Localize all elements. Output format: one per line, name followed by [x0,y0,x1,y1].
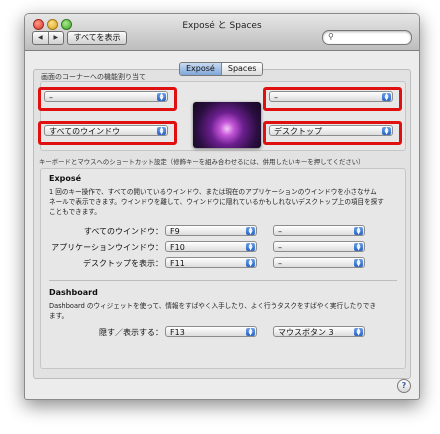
corner-top-left-value: – [49,93,53,102]
all-windows-label: すべてのウインドウ： [83,227,163,236]
title-bar: Exposé と Spaces ◀ ▶ すべてを表示 ⚲ [25,14,419,51]
popup-arrows-icon: ▲ ▼ [354,227,363,236]
popup-arrows-icon: ▲ ▼ [157,127,166,136]
magnifier-icon: ⚲ [328,32,334,41]
corner-bottom-left-value: すべてのウインドウ [49,127,121,136]
show-desktop-key-value: F11 [170,259,185,268]
popup-arrows-icon: ▲ ▼ [382,93,391,102]
popup-arrows-icon: ▲ ▼ [246,259,255,268]
popup-arrows-icon: ▲ ▼ [246,227,255,236]
dashboard-key-popup[interactable]: F13 ▲ ▼ [165,326,257,337]
app-windows-mouse-value: – [278,243,282,252]
popup-arrows-icon: ▲ ▼ [157,93,166,102]
corner-top-right-popup[interactable]: – ▲ ▼ [269,91,393,102]
corner-bottom-right-value: デスクトップ [274,127,322,136]
expose-description-2: ネールで表示できます。ウインドウを離して、ウインドウに隠れているかもしれないデス… [49,198,384,206]
back-forward-buttons[interactable]: ◀ ▶ [32,31,64,45]
desktop-preview-image [193,102,261,148]
expose-description-1: 1 回のキー操作で、すべての開いているウインドウ、または現在のアプリケーションの… [49,188,377,196]
corner-bottom-left-popup[interactable]: すべてのウインドウ ▲ ▼ [44,125,168,136]
dashboard-heading: Dashboard [49,288,98,297]
show-desktop-key-popup[interactable]: F11 ▲ ▼ [165,257,257,268]
expose-description-3: こともできます。 [49,208,101,216]
app-windows-label: アプリケーションウインドウ： [51,243,163,252]
all-windows-mouse-popup[interactable]: – ▲ ▼ [273,225,365,236]
all-windows-mouse-value: – [278,227,282,236]
search-field[interactable]: ⚲ [322,30,412,45]
app-windows-mouse-popup[interactable]: – ▲ ▼ [273,241,365,252]
popup-arrows-icon: ▲ ▼ [246,243,255,252]
tab-panel: 画面のコーナーへの機能割り当て – ▲ ▼ – ▲ ▼ すべてのウインドウ ▲ ▼ デ… [33,69,411,379]
all-windows-key-popup[interactable]: F9 ▲ ▼ [165,225,257,236]
tab-control: Exposé Spaces [179,62,264,76]
back-icon[interactable]: ◀ [33,32,49,44]
dashboard-mouse-value: マウスボタン 3 [278,328,334,337]
help-button[interactable]: ? [397,379,411,393]
popup-arrows-icon: ▲ ▼ [246,328,255,337]
popup-arrows-icon: ▲ ▼ [354,328,363,337]
dashboard-description-1: Dashboard のウィジェットを使って、情報をすばやく入手したり、よく行うタ… [49,302,377,310]
show-all-button[interactable]: すべてを表示 [67,31,127,45]
section-divider [49,280,397,281]
dashboard-key-value: F13 [170,328,185,337]
tab-expose[interactable]: Exposé [180,63,222,75]
all-windows-key-value: F9 [170,227,180,236]
corner-top-right-value: – [274,93,278,102]
popup-arrows-icon: ▲ ▼ [354,243,363,252]
dashboard-toggle-label: 隠す／表示する： [99,328,163,337]
corner-top-left-popup[interactable]: – ▲ ▼ [44,91,168,102]
show-desktop-label: デスクトップを表示： [83,259,163,268]
forward-icon[interactable]: ▶ [49,32,64,44]
popup-arrows-icon: ▲ ▼ [382,127,391,136]
popup-arrows-icon: ▲ ▼ [354,259,363,268]
search-input[interactable] [337,31,405,42]
app-windows-key-value: F10 [170,243,185,252]
tab-spaces[interactable]: Spaces [221,63,263,75]
corners-box: – ▲ ▼ – ▲ ▼ すべてのウインドウ ▲ ▼ デスクトップ ▲ ▼ [38,81,406,151]
dashboard-description-2: ます。 [49,312,69,320]
show-desktop-mouse-value: – [278,259,282,268]
shortcut-section-label: キーボードとマウスへのショートカット設定（修飾キーを組み合わせるには、併用したい… [39,158,365,166]
app-windows-key-popup[interactable]: F10 ▲ ▼ [165,241,257,252]
expose-heading: Exposé [49,174,82,183]
show-desktop-mouse-popup[interactable]: – ▲ ▼ [273,257,365,268]
corner-bottom-right-popup[interactable]: デスクトップ ▲ ▼ [269,125,393,136]
preferences-window: Exposé と Spaces ◀ ▶ すべてを表示 ⚲ Exposé Spac… [24,13,420,400]
dashboard-mouse-popup[interactable]: マウスボタン 3 ▲ ▼ [273,326,365,337]
shortcuts-box: Exposé 1 回のキー操作で、すべての開いているウインドウ、または現在のアプ… [40,168,406,369]
